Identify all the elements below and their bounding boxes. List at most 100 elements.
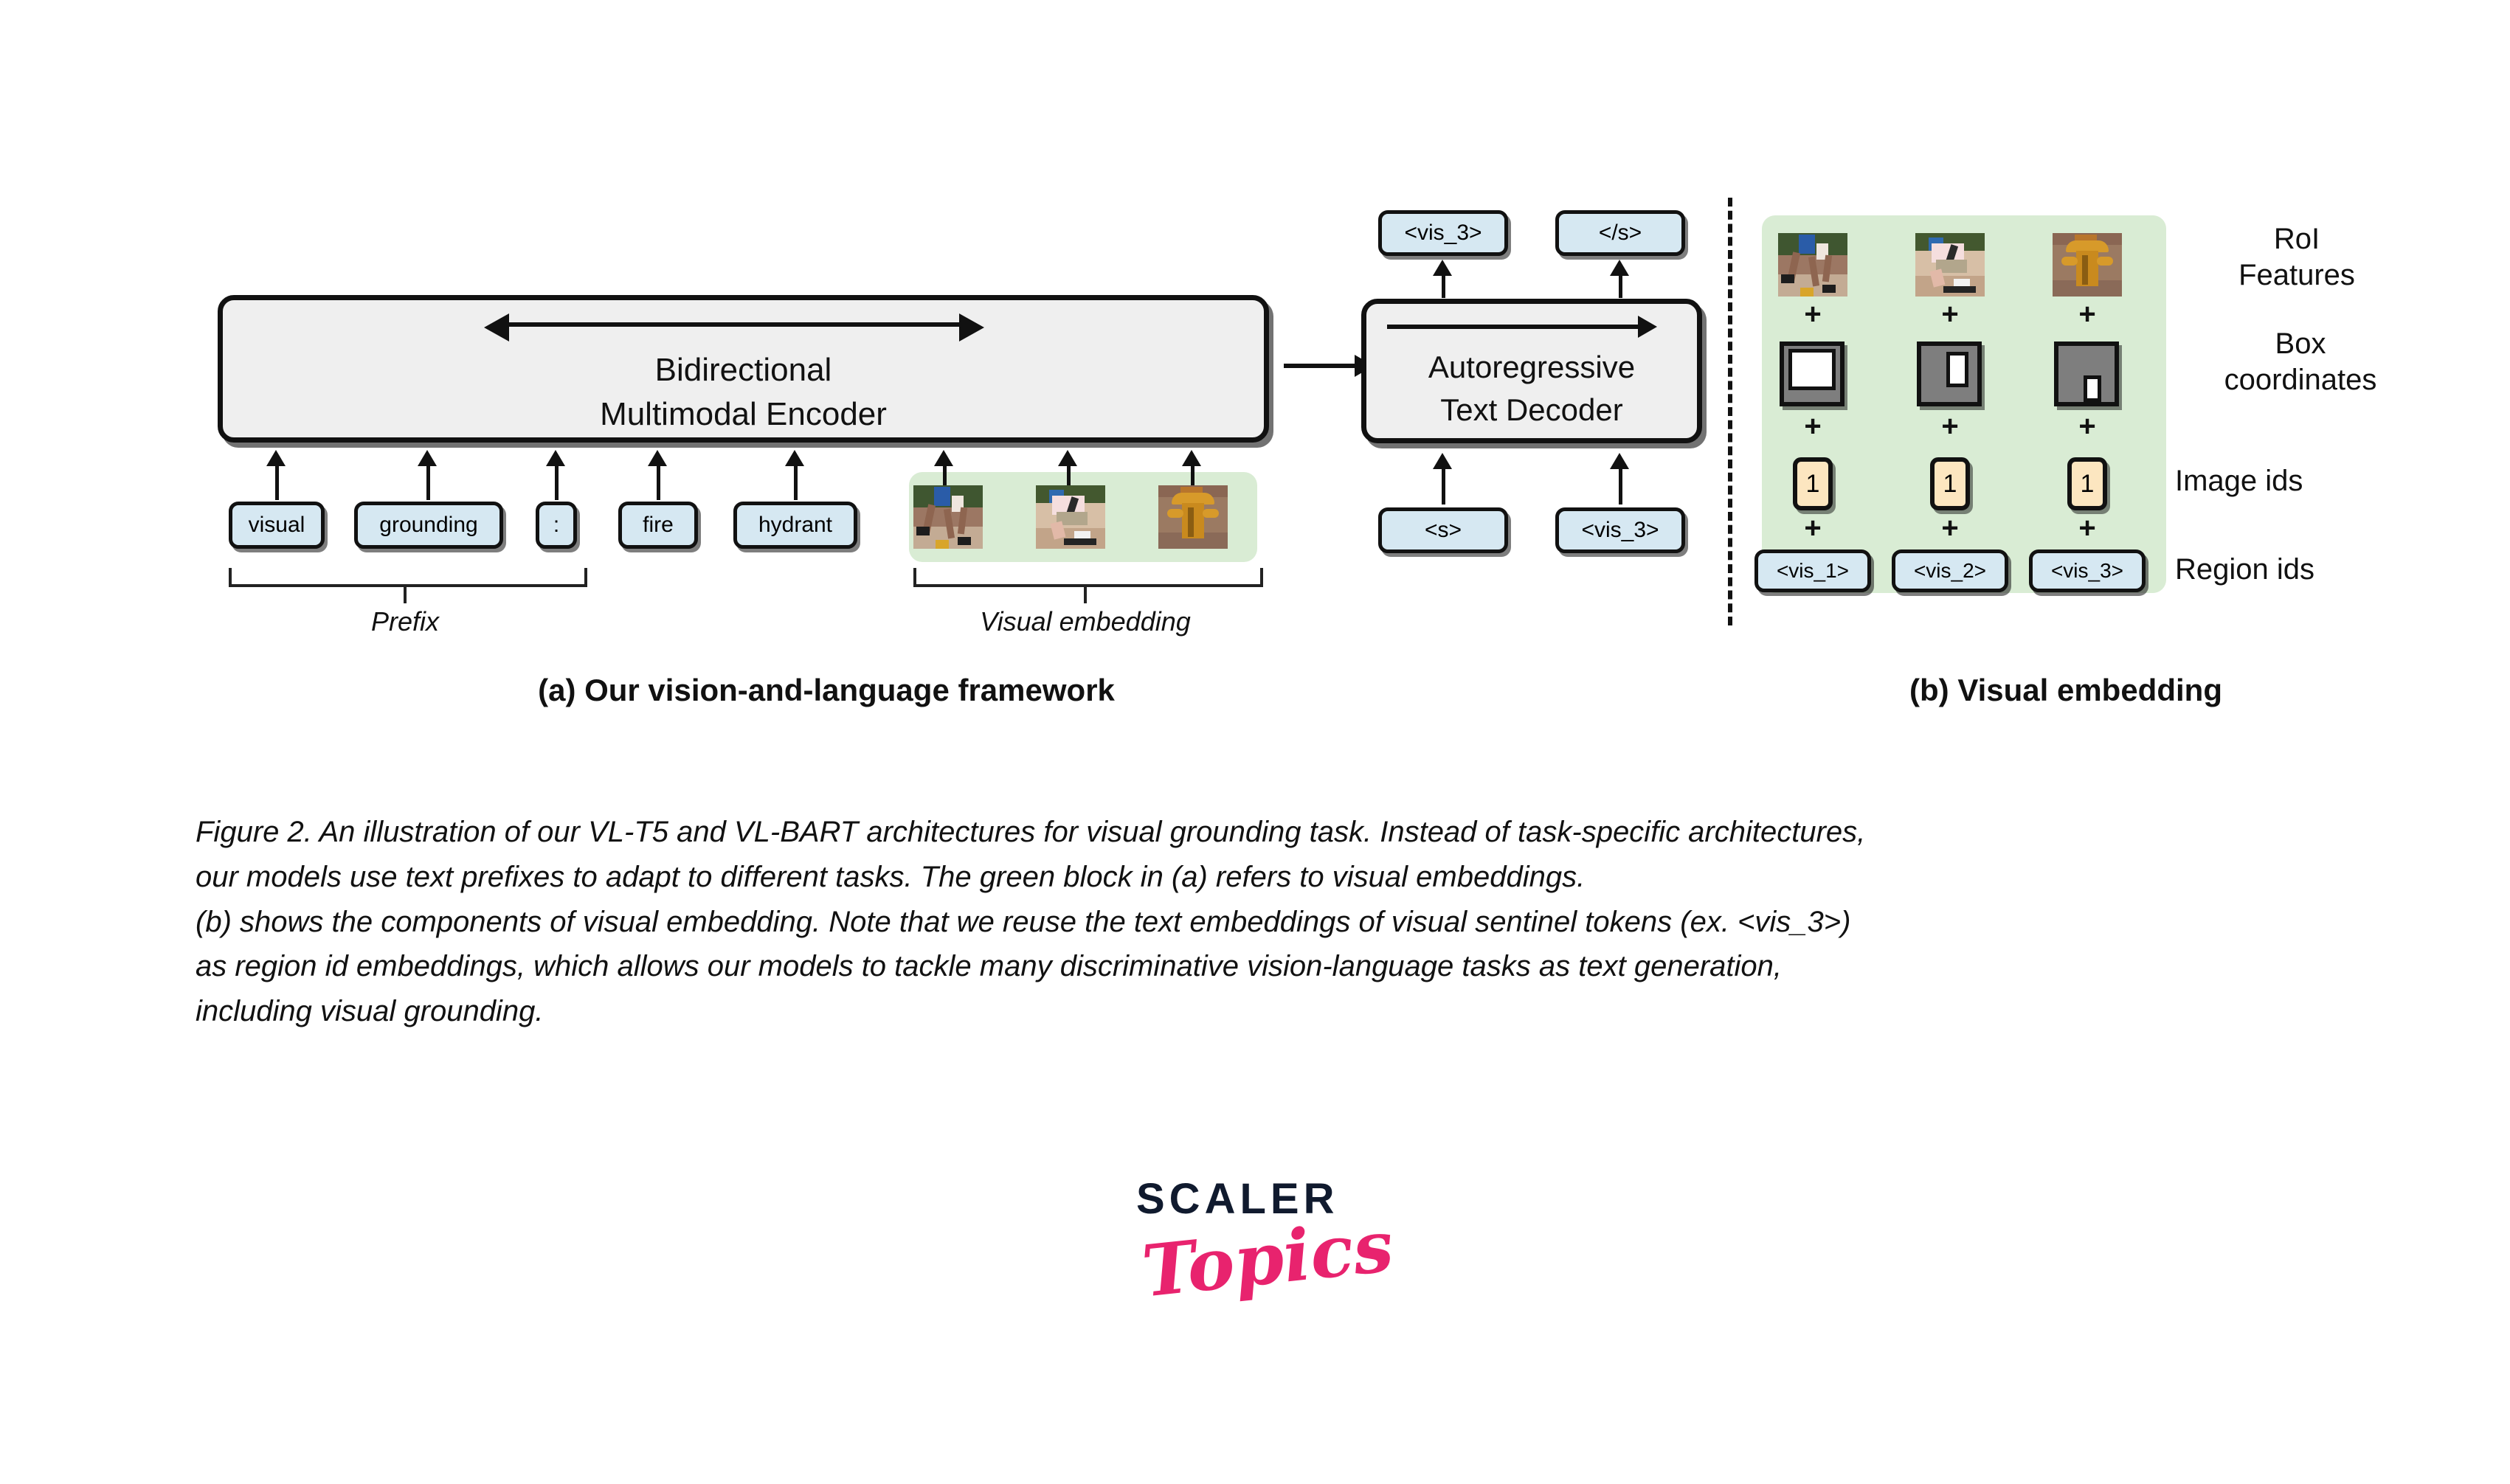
decoder-output-vis3[interactable]: <vis_3> xyxy=(1378,210,1508,256)
caption-line-4: as region id embeddings, which allows ou… xyxy=(196,950,1782,983)
box-coordinate-region-2 xyxy=(1917,341,1982,406)
plus-symbol: + xyxy=(1941,410,1959,443)
input-token-label: hydrant xyxy=(758,513,833,537)
visual-embed-arrow-head xyxy=(1058,450,1077,466)
plus-symbol: + xyxy=(2078,410,2096,443)
token-arrow-head xyxy=(266,450,286,466)
box-coordinate-highlight xyxy=(1788,349,1836,390)
caption-line-1: Figure 2. An illustration of our VL-T5 a… xyxy=(196,816,1866,848)
input-token-grounding[interactable]: grounding xyxy=(354,502,503,549)
token-arrow-head xyxy=(546,450,565,466)
decoder-label-line2: Text Decoder xyxy=(1440,392,1623,427)
caption-line-5: including visual grounding. xyxy=(196,995,544,1028)
panel-b-roi-thumbnail-1 xyxy=(1778,233,1847,297)
visual-embed-arrow-head xyxy=(934,450,953,466)
plus-symbol: + xyxy=(1804,298,1822,330)
decoder-output-arrow-head xyxy=(1433,260,1452,276)
caption-line-3: (b) shows the components of visual embed… xyxy=(196,905,1851,938)
input-token-colon[interactable]: : xyxy=(536,502,577,549)
encoder-label-line1: Bidirectional xyxy=(654,352,832,388)
region-id-label: <vis_3> xyxy=(2050,559,2124,582)
image-id-value: 1 xyxy=(1943,469,1957,498)
plus-symbol: + xyxy=(2078,298,2096,330)
token-arrow-stem xyxy=(275,463,279,500)
decoder-arrow-head xyxy=(1638,316,1657,338)
decoder-output-arrow-stem xyxy=(1619,273,1622,298)
encoder-arrow-head-right xyxy=(959,313,984,341)
image-id-chip-1[interactable]: 1 xyxy=(1793,457,1833,510)
input-token-label: fire xyxy=(643,513,674,537)
prefix-bracket-label: Prefix xyxy=(370,606,440,637)
decoder-input-vis3[interactable]: <vis_3> xyxy=(1555,507,1685,553)
token-arrow-stem xyxy=(657,463,660,500)
image-id-chip-3[interactable]: 1 xyxy=(2067,457,2107,510)
row-label-roi-features: RoI Features xyxy=(2175,221,2419,294)
subcaption-a: (a) Our vision-and-language framework xyxy=(538,673,1115,707)
box-coordinate-region-3 xyxy=(2054,341,2119,406)
decoder-input-label: <vis_3> xyxy=(1581,518,1659,542)
token-arrow-head xyxy=(785,450,804,466)
region-id-chip-2[interactable]: <vis_2> xyxy=(1892,549,2008,592)
token-arrow-stem xyxy=(555,463,559,500)
panel-divider xyxy=(1728,198,1732,625)
roi-thumbnail-skateboarder-legs xyxy=(913,485,983,549)
row-label-image-ids: Image ids xyxy=(2175,465,2303,497)
decoder-label-line1: Autoregressive xyxy=(1428,350,1636,384)
encoder-bidirectional-arrow-line xyxy=(509,322,967,327)
subcaption-b: (b) Visual embedding xyxy=(1909,673,2222,707)
visual-embedding-bracket xyxy=(913,568,1263,587)
region-id-chip-3[interactable]: <vis_3> xyxy=(2029,549,2146,592)
row-label-roi-line2: Features xyxy=(2238,258,2355,291)
token-arrow-head xyxy=(648,450,667,466)
visual-embedding-bracket-stem xyxy=(1084,584,1087,603)
image-id-value: 1 xyxy=(2080,469,2095,498)
plus-symbol: + xyxy=(2078,512,2096,544)
decoder-arrow-line xyxy=(1387,325,1641,329)
input-token-label: : xyxy=(553,513,560,537)
box-coordinate-highlight xyxy=(2084,375,2101,402)
prefix-bracket xyxy=(229,568,587,587)
row-label-roi-line1: RoI xyxy=(2273,223,2320,255)
input-token-fire[interactable]: fire xyxy=(618,502,698,549)
token-arrow-stem xyxy=(426,463,430,500)
prefix-bracket-stem xyxy=(404,584,407,603)
encoder-label-line2: Multimodal Encoder xyxy=(600,396,887,432)
row-label-box-coordinates: Box coordinates xyxy=(2175,326,2426,398)
token-arrow-stem xyxy=(794,463,798,500)
input-token-hydrant[interactable]: hydrant xyxy=(733,502,857,549)
image-id-chip-2[interactable]: 1 xyxy=(1930,457,1970,510)
plus-symbol: + xyxy=(1804,512,1822,544)
figure-caption: Figure 2. An illustration of our VL-T5 a… xyxy=(196,810,2335,1034)
figure-canvas: Bidirectional Multimodal Encoder visual … xyxy=(0,0,2510,1484)
panel-b-roi-thumbnail-2 xyxy=(1915,233,1985,297)
decoder-output-label: </s> xyxy=(1598,221,1642,245)
region-id-chip-1[interactable]: <vis_1> xyxy=(1754,549,1871,592)
decoder-input-arrow-stem xyxy=(1442,466,1445,505)
image-id-value: 1 xyxy=(1805,469,1820,498)
encoder-arrow-head-left xyxy=(484,313,509,341)
roi-thumbnail-person-on-skateboard xyxy=(1036,485,1105,549)
panel-b-roi-thumbnail-3 xyxy=(2053,233,2122,297)
row-label-region-ids: Region ids xyxy=(2175,553,2315,586)
decoder-output-eos[interactable]: </s> xyxy=(1555,210,1685,256)
decoder-input-label: <s> xyxy=(1424,518,1462,542)
region-id-label: <vis_1> xyxy=(1776,559,1850,582)
decoder-input-arrow-head xyxy=(1433,453,1452,469)
decoder-input-arrow-stem xyxy=(1619,466,1622,505)
plus-symbol: + xyxy=(1941,512,1959,544)
encoder-to-decoder-line xyxy=(1284,364,1358,368)
decoder-output-arrow-head xyxy=(1610,260,1629,276)
region-id-label: <vis_2> xyxy=(1913,559,1987,582)
token-arrow-head xyxy=(418,450,437,466)
input-token-label: grounding xyxy=(379,513,478,537)
box-coordinate-region-1 xyxy=(1780,341,1845,406)
decoder-output-arrow-stem xyxy=(1442,273,1445,298)
decoder-input-arrow-head xyxy=(1610,453,1629,469)
row-label-box-line2: coordinates xyxy=(2224,363,2377,396)
decoder-input-bos[interactable]: <s> xyxy=(1378,507,1508,553)
input-token-visual[interactable]: visual xyxy=(229,502,325,549)
visual-embed-arrow-head xyxy=(1182,450,1201,466)
visual-embedding-bracket-label: Visual embedding xyxy=(980,606,1191,637)
decoder-output-label: <vis_3> xyxy=(1404,221,1482,245)
plus-symbol: + xyxy=(1941,298,1959,330)
